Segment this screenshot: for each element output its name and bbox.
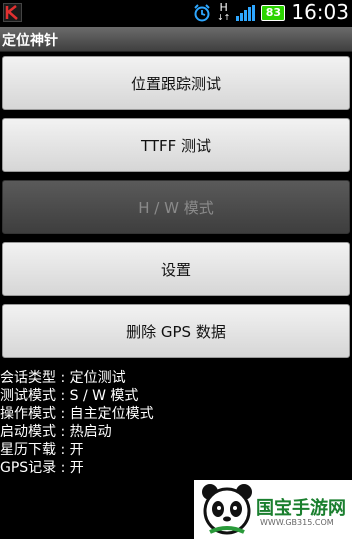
status-bar: H ↓↑ 83 16:03: [0, 0, 352, 25]
status-time: 16:03: [291, 0, 349, 24]
button-label: H / W 模式: [138, 198, 214, 217]
ttff-test-button[interactable]: TTFF 测试: [2, 118, 350, 172]
watermark-url: WWW.GB315.COM: [260, 518, 334, 527]
battery-icon: 83: [261, 4, 286, 21]
button-label: TTFF 测试: [140, 136, 212, 155]
operation-mode: 操作模式 : 自主定位模式: [0, 406, 154, 422]
start-mode: 启动模式 : 热启动: [0, 424, 112, 440]
hw-mode-button[interactable]: H / W 模式: [2, 180, 350, 234]
button-label: 删除 GPS 数据: [126, 322, 226, 341]
alarm-clock-icon: [194, 3, 210, 21]
battery-level: 83: [265, 6, 282, 19]
network-type-icon: H ↓↑: [216, 0, 231, 22]
settings-button[interactable]: 设置: [2, 242, 350, 296]
k-app-icon: [3, 3, 22, 22]
button-label: 设置: [160, 260, 191, 279]
gps-logging: GPS记录 : 开: [0, 460, 84, 476]
button-label: 位置跟踪测试: [130, 74, 221, 93]
network-type-label: H: [219, 0, 228, 14]
session-type: 会话类型 : 定位测试: [0, 370, 126, 386]
test-mode: 测试模式 : S / W 模式: [0, 388, 139, 404]
panda-logo-icon: [202, 484, 252, 535]
ephemeris-download: 星历下载 : 开: [0, 442, 84, 458]
app-title-bar: 定位神针: [0, 27, 352, 52]
watermark: 国宝手游网 WWW.GB315.COM: [194, 480, 352, 539]
delete-gps-data-button[interactable]: 删除 GPS 数据: [2, 304, 350, 358]
app-title: 定位神针: [2, 33, 58, 49]
signal-strength-icon: [236, 4, 256, 21]
watermark-text: 国宝手游网: [256, 498, 346, 519]
session-info: 会话类型 : 定位测试 测试模式 : S / W 模式 操作模式 : 自主定位模…: [0, 369, 220, 477]
location-tracking-test-button[interactable]: 位置跟踪测试: [2, 56, 350, 110]
